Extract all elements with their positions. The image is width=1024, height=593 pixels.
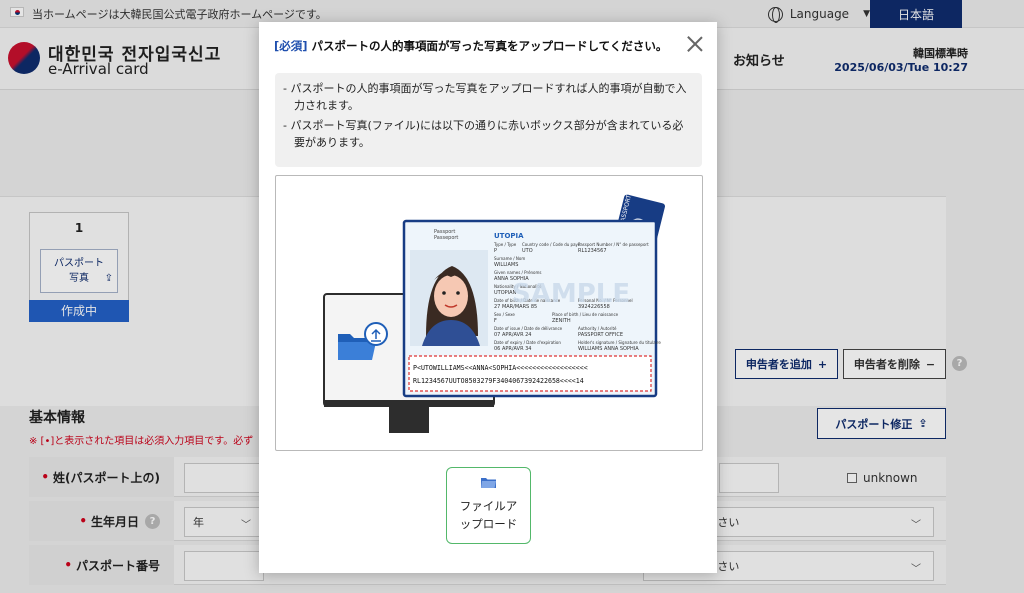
passport-sample-illustration: PASSPORT Passport Passeport UTOPIA Type … xyxy=(323,194,665,433)
svg-text:Sex / Sexe: Sex / Sexe xyxy=(494,312,515,317)
monitor-stand xyxy=(389,407,429,433)
file-upload-button[interactable]: ファイルア ップロード xyxy=(446,467,531,544)
modal-title-text: パスポートの人的事項面が写った写真をアップロードしてください。 xyxy=(307,39,668,53)
close-icon[interactable] xyxy=(686,35,704,53)
passport-sample-image: PASSPORT Passport Passeport UTOPIA Type … xyxy=(275,175,703,451)
svg-text:Given names / Prénoms: Given names / Prénoms xyxy=(494,270,542,275)
svg-text:UTO: UTO xyxy=(522,248,533,254)
required-tag: [必須] xyxy=(274,39,308,53)
notice-line: - パスポート写真(ファイル)には以下の通りに赤いボックス部分が含まれている必要… xyxy=(283,119,684,149)
svg-text:Place of birth / Lieu de naiss: Place of birth / Lieu de naissance xyxy=(552,312,619,317)
upload-button-label: ファイルア ップロード xyxy=(459,499,518,531)
notice-line: - パスポートの人的事項面が写った写真をアップロードすれば人的事項が自動で入力さ… xyxy=(283,82,687,112)
svg-text:Holder's signature / Signature: Holder's signature / Signature du titula… xyxy=(578,340,661,345)
svg-text:UTOPIA: UTOPIA xyxy=(494,232,524,240)
svg-text:07 APR/AVR 24: 07 APR/AVR 24 xyxy=(494,332,532,338)
svg-text:Date of issue / Date de délivr: Date of issue / Date de délivrance xyxy=(494,326,563,331)
monitor-bezel xyxy=(324,400,494,407)
svg-text:PASSPORT OFFICE: PASSPORT OFFICE xyxy=(578,332,623,338)
svg-text:F: F xyxy=(494,318,497,324)
mrz-line-1: P<UTOWILLIAMS<<ANNA<SOPHIA<<<<<<<<<<<<<<… xyxy=(413,364,588,372)
svg-text:Date of expiry / Date d'expira: Date of expiry / Date d'expiration xyxy=(494,340,561,345)
upload-notice-box: - パスポートの人的事項面が写った写真をアップロードすれば人的事項が自動で入力さ… xyxy=(275,73,702,167)
svg-text:Surname / Nom: Surname / Nom xyxy=(494,256,525,261)
modal-title: [必須] パスポートの人的事項面が写った写真をアップロードしてください。 xyxy=(274,38,674,54)
mrz-highlight-box xyxy=(408,355,652,392)
svg-text:P: P xyxy=(494,248,497,254)
svg-text:Passport Number / N° de passep: Passport Number / N° de passeport xyxy=(578,242,649,247)
svg-text:Country code / Code du pays: Country code / Code du pays xyxy=(522,242,580,247)
svg-text:06 APR/AVR 34: 06 APR/AVR 34 xyxy=(494,346,532,352)
svg-text:WILLIAMS ANNA SOPHIA: WILLIAMS ANNA SOPHIA xyxy=(578,346,639,352)
svg-text:ZENITH: ZENITH xyxy=(552,318,571,324)
passport-upload-modal: [必須] パスポートの人的事項面が写った写真をアップロードしてください。 - パ… xyxy=(259,22,717,573)
mrz-line-2: RL1234567UUTO8503279F3404067392422658<<<… xyxy=(413,377,584,385)
svg-text:Type / Type: Type / Type xyxy=(493,242,517,247)
svg-text:Authority / Autorité: Authority / Autorité xyxy=(578,326,617,331)
svg-text:RL1234567: RL1234567 xyxy=(578,248,607,254)
svg-text:Passeport: Passeport xyxy=(434,235,458,241)
sample-watermark: SAMPLE xyxy=(512,279,630,309)
svg-text:WILLIAMS: WILLIAMS xyxy=(494,262,518,268)
folder-icon xyxy=(481,478,496,488)
